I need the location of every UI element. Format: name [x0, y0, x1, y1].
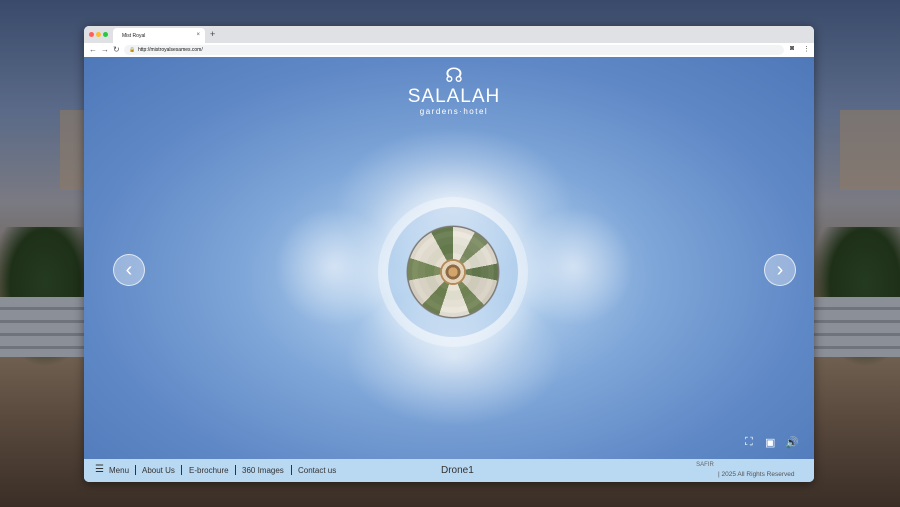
cloud	[514, 207, 634, 327]
logo-subtitle: gardens·hotel	[419, 107, 489, 116]
address-bar[interactable]: 🔒 http://mistroyalsesames.com/	[124, 45, 784, 55]
panorama-viewer[interactable]: ☊ SALALAH gardens·hotel ‹ › ⛶ ▣ 🔊	[84, 57, 814, 459]
browser-menu-icon[interactable]: ⋮	[803, 45, 810, 53]
hamburger-menu-icon[interactable]: ☰	[95, 465, 104, 475]
new-tab-button[interactable]: +	[210, 29, 215, 39]
browser-tab[interactable]: Mist Royal ×	[113, 28, 205, 43]
tab-bar: Mist Royal × +	[84, 26, 814, 43]
minimize-window-button[interactable]	[96, 32, 101, 37]
sound-icon[interactable]: 🔊	[785, 436, 799, 449]
reload-icon[interactable]: ↻	[113, 45, 120, 54]
e-brochure-link[interactable]: E-brochure	[189, 466, 229, 475]
browser-toolbar: ← → ↻ 🔒 http://mistroyalsesames.com/ ◙ ⋮	[84, 43, 814, 58]
logo-swirl-icon: ☊	[445, 65, 463, 87]
maximize-window-button[interactable]	[103, 32, 108, 37]
logo-name: SALALAH	[407, 86, 501, 107]
scene-title: Drone1	[441, 465, 474, 476]
planet-fountain	[440, 259, 466, 285]
divider	[181, 465, 182, 475]
contact-us-link[interactable]: Contact us	[298, 466, 336, 475]
tiny-planet-panorama	[388, 207, 518, 337]
menu-link[interactable]: Menu	[109, 466, 129, 475]
divider	[291, 465, 292, 475]
browser-window: Mist Royal × + ← → ↻ 🔒 http://mistroyals…	[84, 26, 814, 482]
360-images-link[interactable]: 360 Images	[242, 466, 284, 475]
background-building-right	[840, 110, 900, 190]
vr-headset-icon[interactable]: ▣	[765, 436, 775, 449]
back-icon[interactable]: ←	[89, 45, 97, 54]
background-stairs-right	[814, 297, 900, 357]
divider	[235, 465, 236, 475]
divider	[135, 465, 136, 475]
about-us-link[interactable]: About Us	[142, 466, 175, 475]
safir-logo[interactable]: SAFIR	[694, 461, 716, 469]
forward-icon[interactable]: →	[101, 45, 109, 54]
close-window-button[interactable]	[89, 32, 94, 37]
lock-icon: 🔒	[129, 47, 136, 53]
hotel-logo: ☊ SALALAH gardens·hotel	[399, 65, 509, 116]
fullscreen-icon[interactable]: ⛶	[745, 436, 753, 449]
previous-scene-button[interactable]: ‹	[113, 254, 145, 286]
tab-close-icon[interactable]: ×	[196, 32, 200, 38]
background-stairs-left	[0, 297, 84, 357]
bottom-navigation-bar: ☰ Menu About Us E-brochure 360 Images Co…	[84, 459, 814, 482]
url-text: http://mistroyalsesames.com/	[138, 47, 203, 53]
cloud	[274, 207, 394, 327]
next-scene-button[interactable]: ›	[764, 254, 796, 286]
profile-icon[interactable]: ◙	[790, 45, 794, 52]
copyright-text: | 2025 All Rights Reserved	[718, 471, 795, 478]
tab-title: Mist Royal	[122, 33, 146, 39]
